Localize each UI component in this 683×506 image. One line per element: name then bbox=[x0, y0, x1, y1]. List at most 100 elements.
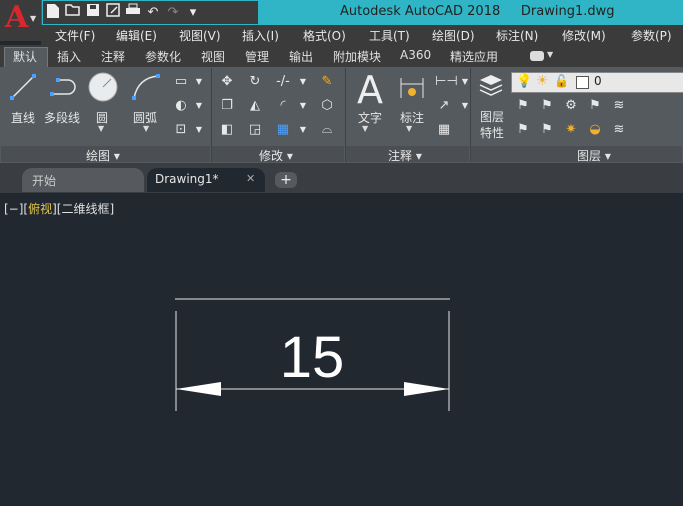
chevron-down-icon[interactable]: ▼ bbox=[456, 73, 474, 91]
explode-icon[interactable]: ⬡ bbox=[318, 97, 336, 115]
layer-tool-icon[interactable]: ⚑ bbox=[514, 97, 532, 115]
menu-edit[interactable]: 编辑(E) bbox=[116, 27, 157, 44]
menu-insert[interactable]: 插入(I) bbox=[242, 27, 279, 44]
polyline-tool-button[interactable] bbox=[48, 72, 80, 105]
chevron-down-icon: ▼ bbox=[30, 14, 37, 23]
tab-addins[interactable]: 附加模块 bbox=[333, 48, 381, 65]
layer-tool-icon[interactable]: ✷ bbox=[562, 121, 580, 139]
tab-default[interactable]: 默认 bbox=[13, 48, 37, 65]
close-icon[interactable]: ✕ bbox=[246, 172, 255, 185]
arrowhead-left bbox=[176, 382, 221, 396]
menu-dimension[interactable]: 标注(N) bbox=[496, 27, 538, 44]
arc-icon bbox=[132, 74, 160, 100]
tab-manage[interactable]: 管理 bbox=[245, 48, 269, 65]
undo-icon[interactable]: ↶ bbox=[143, 3, 163, 23]
menu-view[interactable]: 视图(V) bbox=[179, 27, 221, 44]
new-tab-button[interactable]: + bbox=[275, 172, 297, 188]
menu-format[interactable]: 格式(O) bbox=[303, 27, 346, 44]
menu-modify[interactable]: 修改(M) bbox=[562, 27, 606, 44]
layer-color-swatch bbox=[576, 76, 589, 89]
layer-tool-icon[interactable]: ⚑ bbox=[586, 97, 604, 115]
new-icon[interactable] bbox=[43, 3, 63, 23]
layer-tool-icon[interactable]: ⚑ bbox=[538, 97, 556, 115]
table-icon[interactable]: ▦ bbox=[435, 121, 453, 139]
menu-draw[interactable]: 绘图(D) bbox=[432, 27, 475, 44]
chevron-down-icon[interactable]: ▼ bbox=[294, 73, 312, 91]
chevron-down-icon[interactable]: ▼ bbox=[406, 124, 412, 133]
circle-tool-button[interactable] bbox=[87, 71, 119, 106]
draw-panel-title[interactable]: 绘图 ▾ bbox=[86, 147, 120, 164]
mirror-icon[interactable]: ◭ bbox=[246, 97, 264, 115]
menu-parametric[interactable]: 参数(P) bbox=[631, 27, 672, 44]
offset-icon[interactable]: ⌓ bbox=[318, 121, 336, 139]
save-as-icon[interactable] bbox=[103, 2, 123, 23]
arrowhead-right bbox=[404, 382, 449, 396]
erase-icon[interactable]: ✎ bbox=[318, 73, 336, 91]
application-menu-button[interactable]: A ▼ bbox=[0, 0, 42, 41]
copy-icon[interactable]: ❐ bbox=[218, 97, 236, 115]
tab-a360[interactable]: A360 bbox=[400, 48, 431, 62]
dimension-text: 15 bbox=[280, 325, 345, 390]
line-tool-label: 直线 bbox=[11, 111, 36, 125]
menu-tools[interactable]: 工具(T) bbox=[369, 27, 410, 44]
trim-icon[interactable]: -/- bbox=[274, 73, 292, 91]
dimension-drawing: 15 bbox=[175, 298, 450, 411]
modify-panel-title[interactable]: 修改 ▾ bbox=[259, 147, 293, 164]
move-icon[interactable]: ✥ bbox=[218, 73, 236, 91]
chevron-down-icon[interactable]: ▼ bbox=[456, 97, 474, 115]
hatch-icon[interactable]: ◐ bbox=[172, 97, 190, 115]
layer-tool-icon[interactable]: ≋ bbox=[610, 97, 628, 115]
tab-view[interactable]: 视图 bbox=[201, 48, 225, 65]
ribbon-toggle-icon[interactable] bbox=[530, 51, 544, 61]
tab-drawing1[interactable]: Drawing1* ✕ bbox=[147, 168, 265, 192]
dimension-tool-button[interactable] bbox=[398, 74, 426, 105]
chevron-down-icon[interactable]: ▼ bbox=[294, 97, 312, 115]
layers-panel-title[interactable]: 图层 ▾ bbox=[577, 147, 611, 164]
stretch-icon[interactable]: ◧ bbox=[218, 121, 236, 139]
rotate-icon[interactable]: ↻ bbox=[246, 73, 264, 91]
tab-insert[interactable]: 插入 bbox=[57, 48, 81, 65]
scale-icon[interactable]: ◲ bbox=[246, 121, 264, 139]
tab-output[interactable]: 输出 bbox=[289, 48, 313, 65]
menu-file[interactable]: 文件(F) bbox=[55, 27, 95, 44]
line-tool-button[interactable] bbox=[8, 72, 38, 105]
layer-tool-icon[interactable]: ⚑ bbox=[514, 121, 532, 139]
layer-tool-icon[interactable]: ◒ bbox=[586, 121, 604, 139]
open-icon[interactable] bbox=[63, 3, 83, 23]
circle-icon bbox=[88, 72, 118, 102]
arc-tool-button[interactable] bbox=[130, 72, 162, 105]
layer-tool-icon[interactable]: ⚙ bbox=[562, 97, 580, 115]
rectangle-icon[interactable]: ▭ bbox=[172, 73, 190, 91]
save-icon[interactable] bbox=[83, 3, 103, 23]
chevron-down-icon[interactable]: ▼ bbox=[98, 124, 104, 133]
layer-tool-icon[interactable]: ⚑ bbox=[538, 121, 556, 139]
region-icon[interactable]: ⊡ bbox=[172, 121, 190, 139]
array-icon[interactable]: ▦ bbox=[274, 121, 292, 139]
chevron-down-icon[interactable]: ▼ bbox=[294, 121, 312, 139]
chevron-down-icon[interactable]: ▼ bbox=[362, 124, 368, 133]
leader-icon[interactable]: ↗ bbox=[435, 97, 453, 115]
text-icon[interactable]: A bbox=[357, 68, 383, 112]
tab-start[interactable]: 开始 bbox=[22, 168, 144, 192]
chevron-down-icon[interactable]: ▼ bbox=[190, 73, 208, 91]
fillet-icon[interactable]: ◜ bbox=[274, 97, 292, 115]
chevron-down-icon[interactable]: ▼ bbox=[190, 97, 208, 115]
tab-featured-apps[interactable]: 精选应用 bbox=[450, 48, 498, 65]
layer-stack-icon bbox=[479, 75, 503, 96]
tab-parametric[interactable]: 参数化 bbox=[145, 48, 181, 65]
current-layer-name: 0 bbox=[594, 74, 602, 88]
layer-properties-label-2: 特性 bbox=[480, 126, 505, 140]
annotation-panel-title[interactable]: 注释 ▾ bbox=[388, 147, 422, 164]
print-icon[interactable] bbox=[123, 3, 143, 23]
chevron-down-icon[interactable]: ▼ bbox=[547, 50, 553, 59]
chevron-down-icon[interactable]: ▼ bbox=[143, 124, 149, 133]
polyline-tool-label: 多段线 bbox=[44, 111, 81, 125]
layer-properties-button[interactable] bbox=[478, 72, 504, 101]
tab-annotate[interactable]: 注释 bbox=[101, 48, 125, 65]
customize-icon[interactable]: ▾ bbox=[183, 3, 203, 23]
chevron-down-icon[interactable]: ▼ bbox=[190, 121, 208, 139]
linear-dimension-icon[interactable]: ⊢⊣ bbox=[435, 73, 458, 91]
layer-tool-icon[interactable]: ≋ bbox=[610, 121, 628, 139]
redo-icon[interactable]: ↷ bbox=[163, 3, 183, 23]
layer-dropdown[interactable]: 💡 ☀ 🔓 0 bbox=[511, 72, 683, 93]
